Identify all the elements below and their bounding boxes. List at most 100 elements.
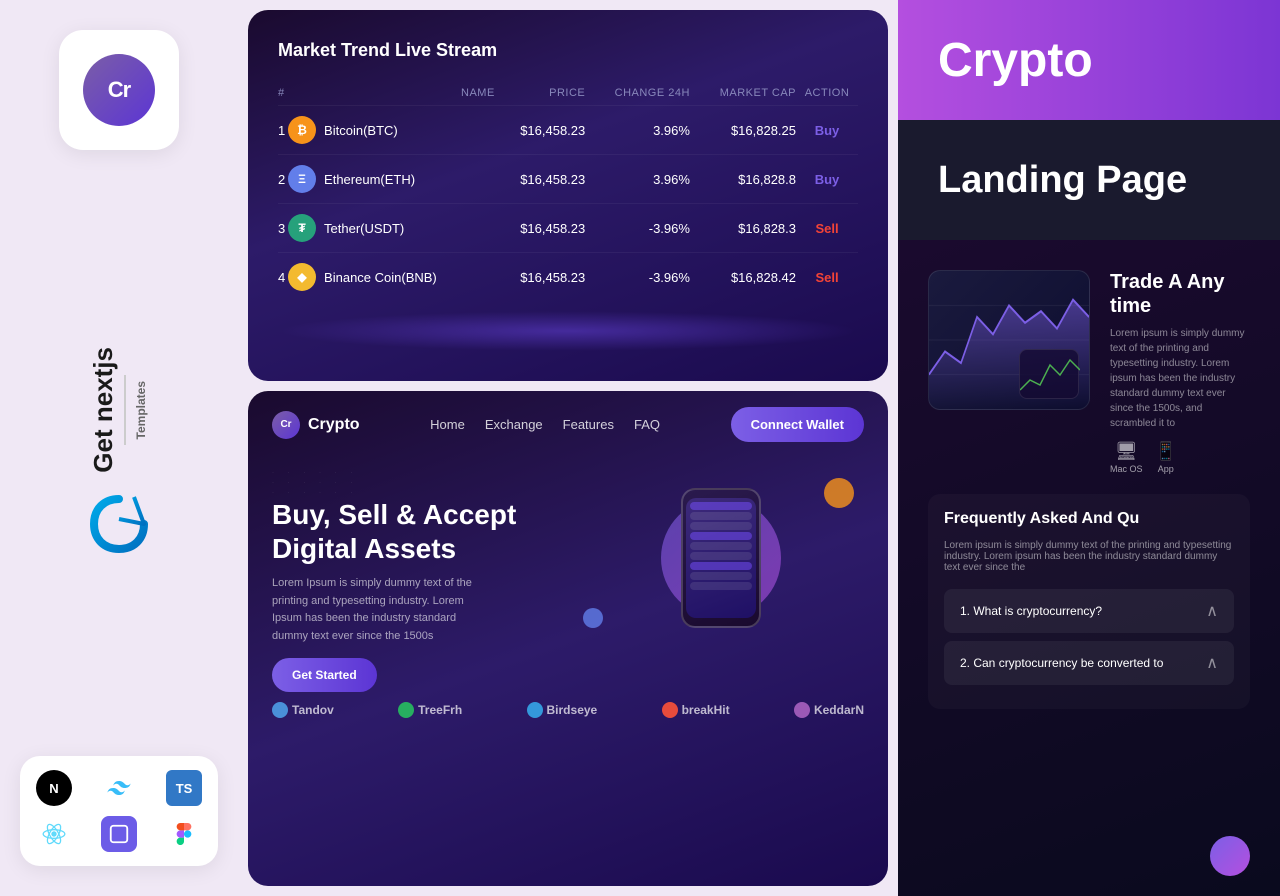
brand-divider: [124, 375, 126, 445]
trade-title: Trade A Any time: [1110, 270, 1250, 318]
crypto-header: Crypto: [898, 0, 1280, 120]
landing-preview-card: Cr Crypto Home Exchange Features FAQ Con…: [248, 391, 888, 886]
nav-exchange[interactable]: Exchange: [485, 417, 543, 432]
row-price: $16,458.23: [495, 155, 585, 204]
table-row: 4 ◆ Binance Coin(BNB) $16,458.23 -3.96% …: [278, 253, 858, 302]
avatar-decoration: [1210, 836, 1250, 876]
col-price: PRICE: [495, 81, 585, 106]
phone-screen: [686, 498, 756, 618]
coin-icon: ◆: [288, 263, 316, 291]
trade-desc: Lorem ipsum is simply dummy text of the …: [1110, 326, 1250, 431]
table-row: 3 ₮ Tether(USDT) $16,458.23 -3.96% $16,8…: [278, 204, 858, 253]
row-marketcap: $16,828.8: [690, 155, 796, 204]
table-row: 1 ₿ Bitcoin(BTC) $16,458.23 3.96% $16,82…: [278, 106, 858, 155]
brand-title: Get nextjs: [90, 347, 116, 473]
col-marketcap: MARKET CAP: [690, 81, 796, 106]
row-change: 3.96%: [585, 106, 690, 155]
table-row: 2 Ξ Ethereum(ETH) $16,458.23 3.96% $16,8…: [278, 155, 858, 204]
left-sidebar: Cr Get nextjs Templates: [0, 0, 238, 896]
row-num: 2: [278, 155, 288, 204]
faq-section: Frequently Asked And Qu Lorem ipsum is s…: [928, 494, 1250, 709]
col-num: #: [278, 81, 288, 106]
row-marketcap: $16,828.25: [690, 106, 796, 155]
row-action[interactable]: Sell: [796, 253, 858, 302]
coin-icon: ₿: [288, 116, 316, 144]
trade-text: Trade A Any time Lorem ipsum is simply d…: [1110, 270, 1250, 474]
landing-nav: Cr Crypto Home Exchange Features FAQ Con…: [248, 391, 888, 458]
row-price: $16,458.23: [495, 253, 585, 302]
coin-name: Bitcoin(BTC): [324, 123, 398, 138]
action-btn[interactable]: Buy: [815, 123, 840, 138]
landing-page-label: Landing Page: [938, 159, 1187, 202]
macos-label: Mac OS: [1110, 464, 1143, 474]
row-coin: ₿ Bitcoin(BTC): [288, 106, 495, 155]
market-title: Market Trend Live Stream: [278, 40, 858, 61]
row-coin: ◆ Binance Coin(BNB): [288, 253, 495, 302]
logo-icon: Cr: [83, 54, 155, 126]
main-content: Market Trend Live Stream # NAME PRICE CH…: [238, 0, 898, 896]
nextjs-icon: N: [36, 770, 72, 806]
action-btn[interactable]: Sell: [815, 221, 838, 236]
table-glow: [278, 311, 858, 351]
btc-coin-deco: [824, 478, 854, 508]
faq-question-1: 1. What is cryptocurrency?: [960, 604, 1102, 618]
row-marketcap: $16,828.42: [690, 253, 796, 302]
macos-icon: 🖥: [1115, 441, 1138, 462]
coin-name: Binance Coin(BNB): [324, 270, 437, 285]
row-coin: ₮ Tether(USDT): [288, 204, 495, 253]
faq-question-2: 2. Can cryptocurrency be converted to: [960, 656, 1163, 670]
market-table: # NAME PRICE CHANGE 24H MARKET CAP ACTIO…: [278, 81, 858, 301]
action-btn[interactable]: Sell: [815, 270, 838, 285]
faq-title: Frequently Asked And Qu: [944, 510, 1234, 528]
row-change: -3.96%: [585, 253, 690, 302]
landing-page-banner: Landing Page: [898, 120, 1280, 240]
hero-desc: Lorem Ipsum is simply dummy text of the …: [272, 575, 492, 645]
faq-item-2[interactable]: 2. Can cryptocurrency be converted to ∧: [944, 641, 1234, 685]
col-name: NAME: [288, 81, 495, 106]
action-btn[interactable]: Buy: [815, 172, 840, 187]
macos-item: 🖥 Mac OS: [1110, 441, 1143, 474]
row-change: 3.96%: [585, 155, 690, 204]
connect-wallet-button[interactable]: Connect Wallet: [731, 407, 864, 442]
row-action[interactable]: Buy: [796, 155, 858, 204]
partner-breakHit: breakHit: [662, 702, 730, 718]
col-action: ACTION: [796, 81, 858, 106]
row-num: 4: [278, 253, 288, 302]
figma-icon: [166, 816, 202, 852]
sequence-icon: [101, 816, 137, 852]
partner-KeddarN: KeddarN: [794, 702, 864, 718]
logo-card: Cr: [59, 30, 179, 150]
faq-arrow-1: ∧: [1206, 601, 1218, 621]
tech-icons-bar: N TS: [20, 756, 218, 866]
hero-cta-button[interactable]: Get Started: [272, 658, 377, 692]
app-label: App: [1158, 464, 1174, 474]
market-trend-card: Market Trend Live Stream # NAME PRICE CH…: [248, 10, 888, 381]
faq-subtitle: Lorem ipsum is simply dummy text of the …: [944, 540, 1234, 573]
row-change: -3.96%: [585, 204, 690, 253]
landing-logo: Cr Crypto: [272, 411, 360, 439]
nav-features[interactable]: Features: [563, 417, 614, 432]
row-num: 3: [278, 204, 288, 253]
nav-faq[interactable]: FAQ: [634, 417, 660, 432]
os-icons: 🖥 Mac OS 📱 App: [1110, 441, 1250, 474]
landing-brand: Crypto: [308, 416, 360, 434]
faq-item-1[interactable]: 1. What is cryptocurrency? ∧: [944, 589, 1234, 633]
coin-name: Tether(USDT): [324, 221, 404, 236]
crypto-label: Crypto: [938, 33, 1093, 88]
row-action[interactable]: Sell: [796, 204, 858, 253]
partner-tandov: Tandov: [272, 702, 334, 718]
landing-hero: · · · · · ·· · · · · ·· · · · · · Buy, S…: [248, 458, 888, 692]
partner-birdseye: Birdseye: [527, 702, 598, 718]
nav-home[interactable]: Home: [430, 417, 465, 432]
row-action[interactable]: Buy: [796, 106, 858, 155]
tailwind-icon: [101, 770, 137, 806]
row-marketcap: $16,828.3: [690, 204, 796, 253]
trade-section: Trade A Any time Lorem ipsum is simply d…: [928, 270, 1250, 474]
coin-name: Ethereum(ETH): [324, 172, 415, 187]
landing-logo-icon: Cr: [272, 411, 300, 439]
hero-text: · · · · · ·· · · · · ·· · · · · · Buy, S…: [272, 468, 558, 692]
chart-mockup: [928, 270, 1090, 410]
recycle-icon: [84, 489, 154, 559]
row-num: 1: [278, 106, 288, 155]
row-price: $16,458.23: [495, 204, 585, 253]
